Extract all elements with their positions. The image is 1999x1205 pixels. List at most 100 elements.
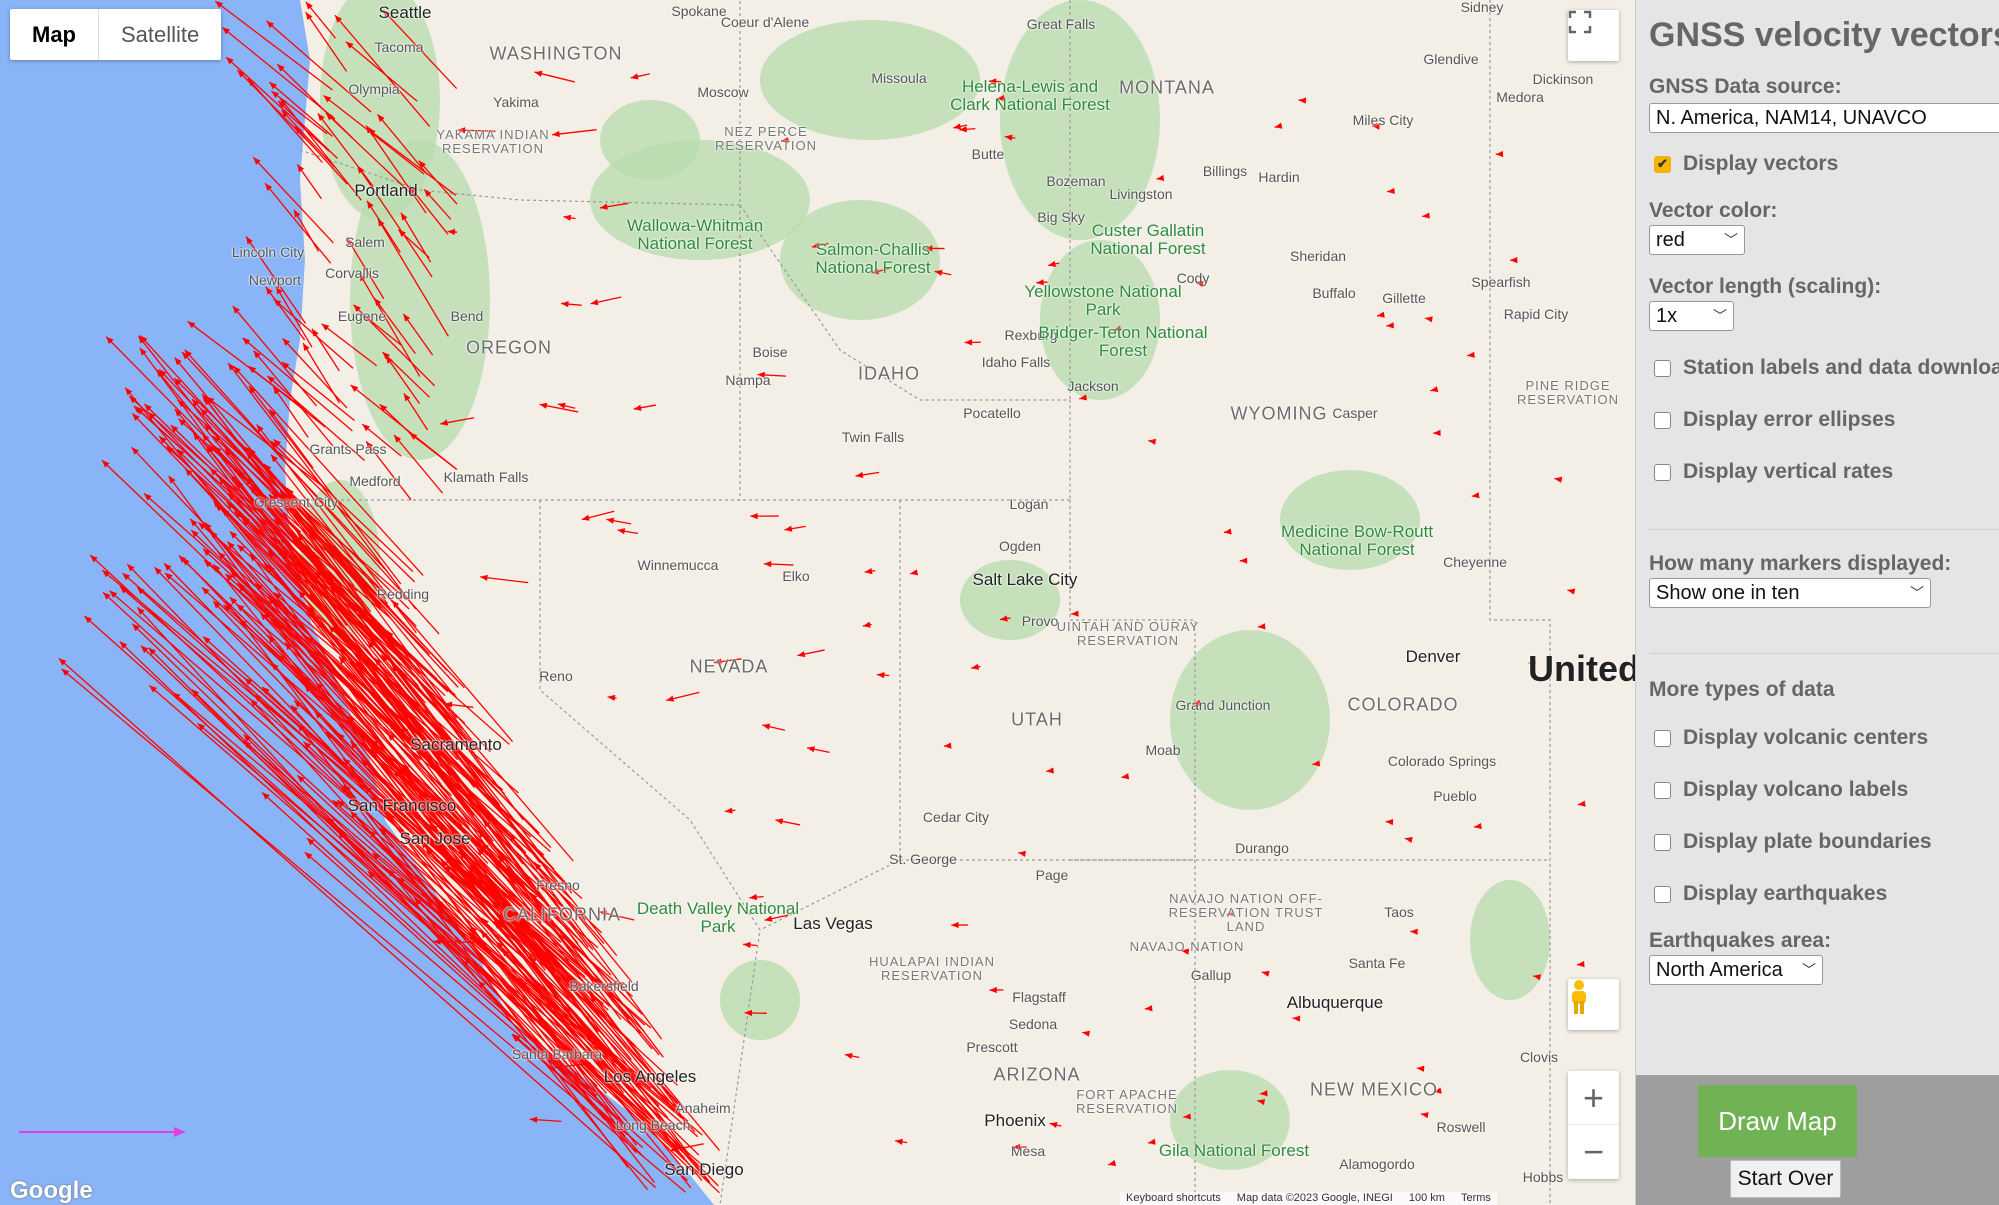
city-label: Butte: [971, 146, 1005, 162]
reservation-label: NEZ PERCE RESERVATION: [714, 124, 818, 153]
city-label: Elko: [782, 568, 810, 584]
city-label: Reno: [539, 668, 573, 684]
city-label: Alamogordo: [1339, 1156, 1415, 1172]
vertical-rates-checkbox[interactable]: Display vertical rates: [1649, 457, 1999, 487]
city-label: Coeur d'Alene: [720, 14, 810, 30]
plate-boundaries-label: Display plate boundaries: [1683, 830, 1932, 853]
checkbox-box: [1654, 833, 1671, 851]
vector-color-value: red: [1656, 229, 1685, 251]
city-label: Salem: [345, 234, 385, 250]
map-attribution: Keyboard shortcuts Map data ©2023 Google…: [1120, 1192, 1497, 1205]
city-label: Seattle: [378, 3, 432, 22]
city-label: Dickinson: [1532, 71, 1594, 87]
city-label: Redding: [376, 586, 430, 602]
state-label: MONTANA: [1119, 77, 1215, 98]
checkbox-box: [1654, 729, 1671, 747]
city-label: Winnemucca: [637, 557, 719, 573]
start-over-button[interactable]: Start Over: [1730, 1160, 1841, 1198]
state-label: UTAH: [1011, 709, 1063, 730]
city-label: Long Beach: [615, 1117, 691, 1133]
city-label: Fresno: [536, 877, 580, 893]
city-label: Taos: [1384, 904, 1414, 920]
park-label: Death Valley National Park: [636, 899, 800, 936]
velocity-vector: [529, 1116, 562, 1123]
reservation-label: NAVAJO NATION: [1129, 939, 1245, 954]
street-view-pegman[interactable]: [1568, 979, 1619, 1030]
city-label: Casper: [1332, 405, 1378, 421]
chevron-down-icon: ﹀: [1910, 585, 1924, 601]
volcano-labels-checkbox[interactable]: Display volcano labels: [1649, 775, 1999, 805]
park-label: Salmon-Challis National Forest: [815, 240, 931, 277]
error-ellipses-checkbox[interactable]: Display error ellipses: [1649, 405, 1999, 435]
google-logo: Google: [10, 1177, 93, 1204]
forest-area: [1470, 880, 1550, 1000]
city-label: Nampa: [725, 372, 771, 388]
plate-boundaries-checkbox[interactable]: Display plate boundaries: [1649, 827, 1999, 857]
map-type-satellite-button[interactable]: Satellite: [99, 9, 221, 60]
city-label: Moscow: [697, 84, 749, 100]
city-label: Phoenix: [984, 1111, 1046, 1130]
divider: [1649, 529, 1999, 530]
city-label: Jackson: [1067, 378, 1119, 394]
city-label: Denver: [1405, 647, 1461, 666]
control-panel: GNSS velocity vectors GNSS Data source: …: [1635, 0, 1999, 1205]
map-type-map-button[interactable]: Map: [10, 9, 99, 60]
state-label: COLORADO: [1347, 694, 1459, 715]
station-labels-checkbox[interactable]: Station labels and data download: [1649, 353, 1999, 383]
city-label: Livingston: [1109, 186, 1173, 202]
terms-link[interactable]: Terms: [1461, 1192, 1491, 1205]
city-label: Ogden: [998, 538, 1042, 554]
state-label: ARIZONA: [993, 1064, 1081, 1085]
city-label: Cedar City: [922, 809, 990, 825]
city-label: Spokane: [671, 3, 727, 19]
city-label: Yakima: [493, 94, 539, 110]
checkbox-box: [1654, 359, 1671, 377]
park-label: Gila National Forest: [1158, 1141, 1310, 1160]
city-label: Salt Lake City: [972, 570, 1078, 589]
city-label: Missoula: [871, 70, 927, 86]
markers-select[interactable]: Show one in ten ﹀: [1649, 578, 1931, 608]
city-label: Klamath Falls: [443, 469, 529, 485]
city-label: Hobbs: [1522, 1169, 1564, 1185]
keyboard-shortcuts-link[interactable]: Keyboard shortcuts: [1126, 1192, 1221, 1205]
map-canvas[interactable]: WASHINGTON OREGON IDAHO MONTANA WYOMING NEVAD…: [0, 0, 1635, 1205]
draw-map-button[interactable]: Draw Map: [1698, 1085, 1857, 1157]
vector-color-select[interactable]: red ﹀: [1649, 225, 1745, 255]
state-label: NEVADA: [689, 656, 769, 677]
city-label: Sedona: [1008, 1016, 1058, 1032]
city-label: Newport: [248, 272, 302, 288]
fullscreen-button[interactable]: [1568, 10, 1619, 61]
state-label: CALIFORNIA: [502, 904, 622, 925]
zoom-out-button[interactable]: −: [1568, 1125, 1619, 1179]
city-label: Gallup: [1190, 967, 1232, 983]
volcanic-centers-checkbox[interactable]: Display volcanic centers: [1649, 723, 1999, 753]
checkbox-box: [1654, 463, 1671, 481]
city-label: Cheyenne: [1443, 554, 1507, 570]
earthquakes-checkbox[interactable]: Display earthquakes: [1649, 879, 1999, 909]
markers-label: How many markers displayed:: [1649, 552, 1952, 575]
state-label: WYOMING: [1230, 403, 1328, 424]
panel-title: GNSS velocity vectors: [1649, 16, 1999, 54]
city-label: Durango: [1235, 840, 1289, 856]
vector-length-label: Vector length (scaling):: [1649, 275, 1882, 298]
reservation-label: UINTAH AND OURAY RESERVATION: [1056, 619, 1200, 648]
data-source-label: GNSS Data source:: [1649, 75, 1842, 98]
earthquakes-area-select[interactable]: North America ﹀: [1649, 955, 1823, 985]
city-label: Sidney: [1460, 0, 1504, 15]
city-label: Sheridan: [1289, 248, 1347, 264]
vertical-rates-label: Display vertical rates: [1683, 460, 1894, 483]
panel-footer: Draw Map Start Over: [1636, 1075, 1999, 1205]
zoom-in-button[interactable]: +: [1568, 1071, 1619, 1125]
city-label: Lincoln City: [231, 244, 305, 260]
vector-length-select[interactable]: 1x ﹀: [1649, 301, 1734, 331]
forest-area: [1170, 630, 1330, 810]
earthquakes-label: Display earthquakes: [1683, 882, 1888, 905]
state-label: IDAHO: [857, 363, 921, 384]
city-label: Las Vegas: [793, 914, 873, 933]
reservation-label: FORT APACHE RESERVATION: [1075, 1087, 1179, 1116]
city-label: Page: [1035, 867, 1069, 883]
scale-bar[interactable]: 100 km: [1409, 1192, 1445, 1205]
display-vectors-checkbox[interactable]: ✔ Display vectors: [1649, 149, 1999, 179]
data-source-select[interactable]: N. America, NAM14, UNAVCO: [1649, 103, 1999, 133]
city-label: Medora: [1496, 89, 1544, 105]
